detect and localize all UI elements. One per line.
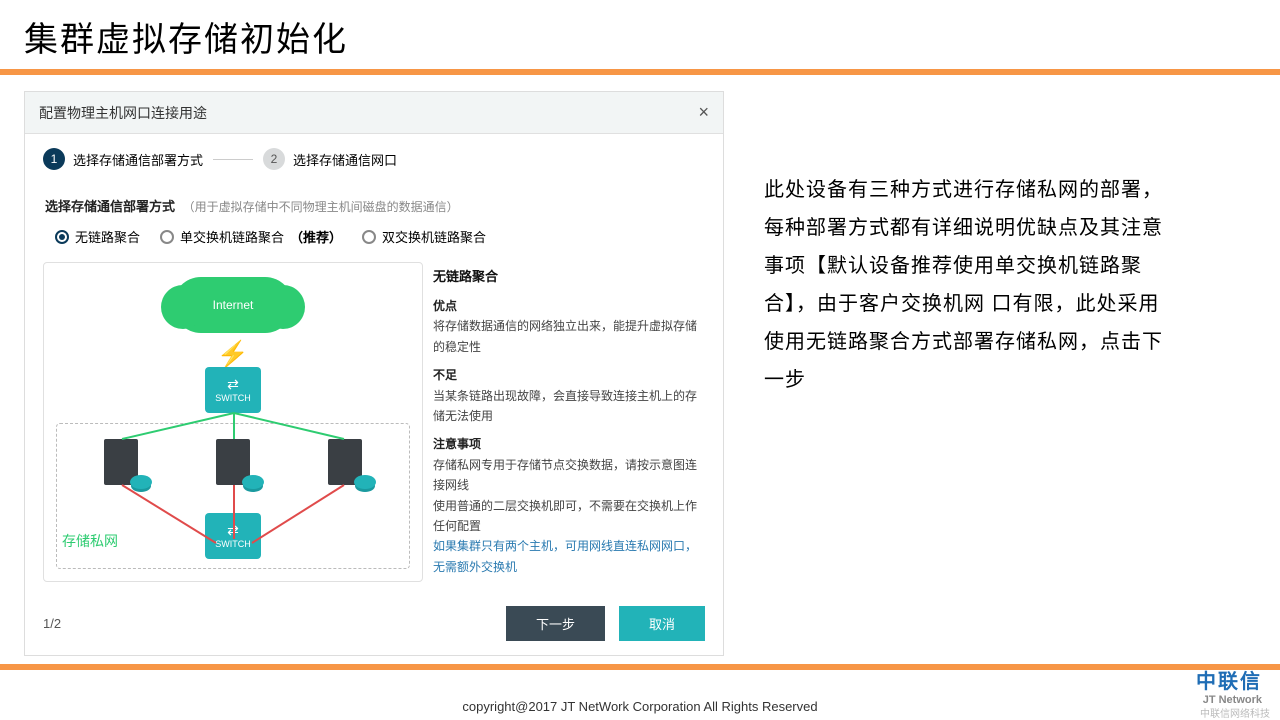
config-dialog: 配置物理主机网口连接用途 × 1 选择存储通信部署方式 2 选择存储通信网口 选… — [24, 91, 724, 656]
internet-cloud-icon: Internet — [173, 277, 293, 333]
step-line — [213, 159, 253, 160]
radio-no-agg-label: 无链路聚合 — [75, 227, 140, 246]
radio-dual-switch-label: 双交换机链路聚合 — [382, 227, 486, 246]
private-net-label: 存储私网 — [62, 531, 118, 551]
deploy-mode-radios: 无链路聚合 单交换机链路聚合 （推荐） 双交换机链路聚合 — [25, 223, 723, 256]
step-1-label: 选择存储通信部署方式 — [73, 150, 203, 169]
step-2-circle: 2 — [263, 148, 285, 170]
divider-top — [0, 69, 1280, 75]
radio-dot-icon — [55, 230, 69, 244]
step-2-label: 选择存储通信网口 — [293, 150, 397, 169]
server-icon — [328, 439, 362, 485]
step-2: 2 选择存储通信网口 — [263, 148, 397, 170]
page-title: 集群虚拟存储初始化 — [0, 0, 1280, 69]
logo-cn: 中联信 — [1196, 665, 1262, 694]
dialog-title: 配置物理主机网口连接用途 — [39, 103, 207, 123]
footer-row: copyright@2017 JT NetWork Corporation Al… — [0, 699, 1280, 714]
section-title: 选择存储通信部署方式 — [45, 199, 175, 214]
switch-top-icon: ⇄SWITCH — [205, 367, 261, 413]
cons-body: 当某条链路出现故障，会直接导致连接主机上的存储无法使用 — [433, 386, 705, 427]
stepper: 1 选择存储通信部署方式 2 选择存储通信网口 — [25, 134, 723, 184]
slide-explanation: 此处设备有三种方式进行存储私网的部署，每种部署方式都有详细说明优缺点及其注意事项… — [764, 91, 1164, 656]
next-button[interactable]: 下一步 — [506, 606, 605, 641]
radio-dot-icon — [362, 230, 376, 244]
section-hint: （用于虚拟存储中不同物理主机间磁盘的数据通信） — [183, 200, 459, 214]
description-column: 无链路聚合 优点 将存储数据通信的网络独立出来，能提升虚拟存储的稳定性 不足 当… — [433, 262, 705, 582]
radio-single-switch-label: 单交换机链路聚合 — [180, 227, 284, 246]
radio-single-switch[interactable]: 单交换机链路聚合 （推荐） — [160, 227, 342, 246]
panel-footer: 1/2 下一步 取消 — [25, 596, 723, 655]
step-1-circle: 1 — [43, 148, 65, 170]
radio-recommended-tag: （推荐） — [290, 227, 342, 246]
desc-title: 无链路聚合 — [433, 266, 705, 288]
close-icon[interactable]: × — [698, 102, 709, 123]
cancel-button[interactable]: 取消 — [619, 606, 705, 641]
pros-heading: 优点 — [433, 296, 705, 316]
topology-diagram: Internet ⚡ ⇄SWITCH ⇄SWITCH 存储私网 — [43, 262, 423, 582]
note-body-1: 存储私网专用于存储节点交换数据，请按示意图连接网线 — [433, 455, 705, 496]
pros-body: 将存储数据通信的网络独立出来，能提升虚拟存储的稳定性 — [433, 316, 705, 357]
copyright-text: copyright@2017 JT NetWork Corporation Al… — [24, 699, 1256, 714]
company-logo: 中联信 JT Network — [1196, 665, 1262, 706]
server-icon — [216, 439, 250, 485]
content-row: 配置物理主机网口连接用途 × 1 选择存储通信部署方式 2 选择存储通信网口 选… — [0, 91, 1280, 656]
tiny-footer: 中联信网络科技 — [1200, 705, 1270, 720]
dialog-header: 配置物理主机网口连接用途 × — [25, 92, 723, 134]
server-icon — [104, 439, 138, 485]
step-1: 1 选择存储通信部署方式 — [43, 148, 203, 170]
bolt-icon: ⚡ — [217, 339, 249, 370]
section-head: 选择存储通信部署方式 （用于虚拟存储中不同物理主机间磁盘的数据通信） — [25, 184, 723, 223]
radio-dual-switch[interactable]: 双交换机链路聚合 — [362, 227, 486, 246]
note-heading: 注意事项 — [433, 434, 705, 454]
switch-bottom-icon: ⇄SWITCH — [205, 513, 261, 559]
divider-bottom — [0, 664, 1280, 670]
note-body-2: 使用普通的二层交换机即可，不需要在交换机上作任何配置 — [433, 496, 705, 537]
two-host-hint-link[interactable]: 如果集群只有两个主机，可用网线直连私网网口，无需额外交换机 — [433, 536, 705, 577]
panel-body: Internet ⚡ ⇄SWITCH ⇄SWITCH 存储私网 — [25, 256, 723, 596]
cons-heading: 不足 — [433, 365, 705, 385]
pager: 1/2 — [43, 616, 61, 631]
radio-no-agg[interactable]: 无链路聚合 — [55, 227, 140, 246]
radio-dot-icon — [160, 230, 174, 244]
